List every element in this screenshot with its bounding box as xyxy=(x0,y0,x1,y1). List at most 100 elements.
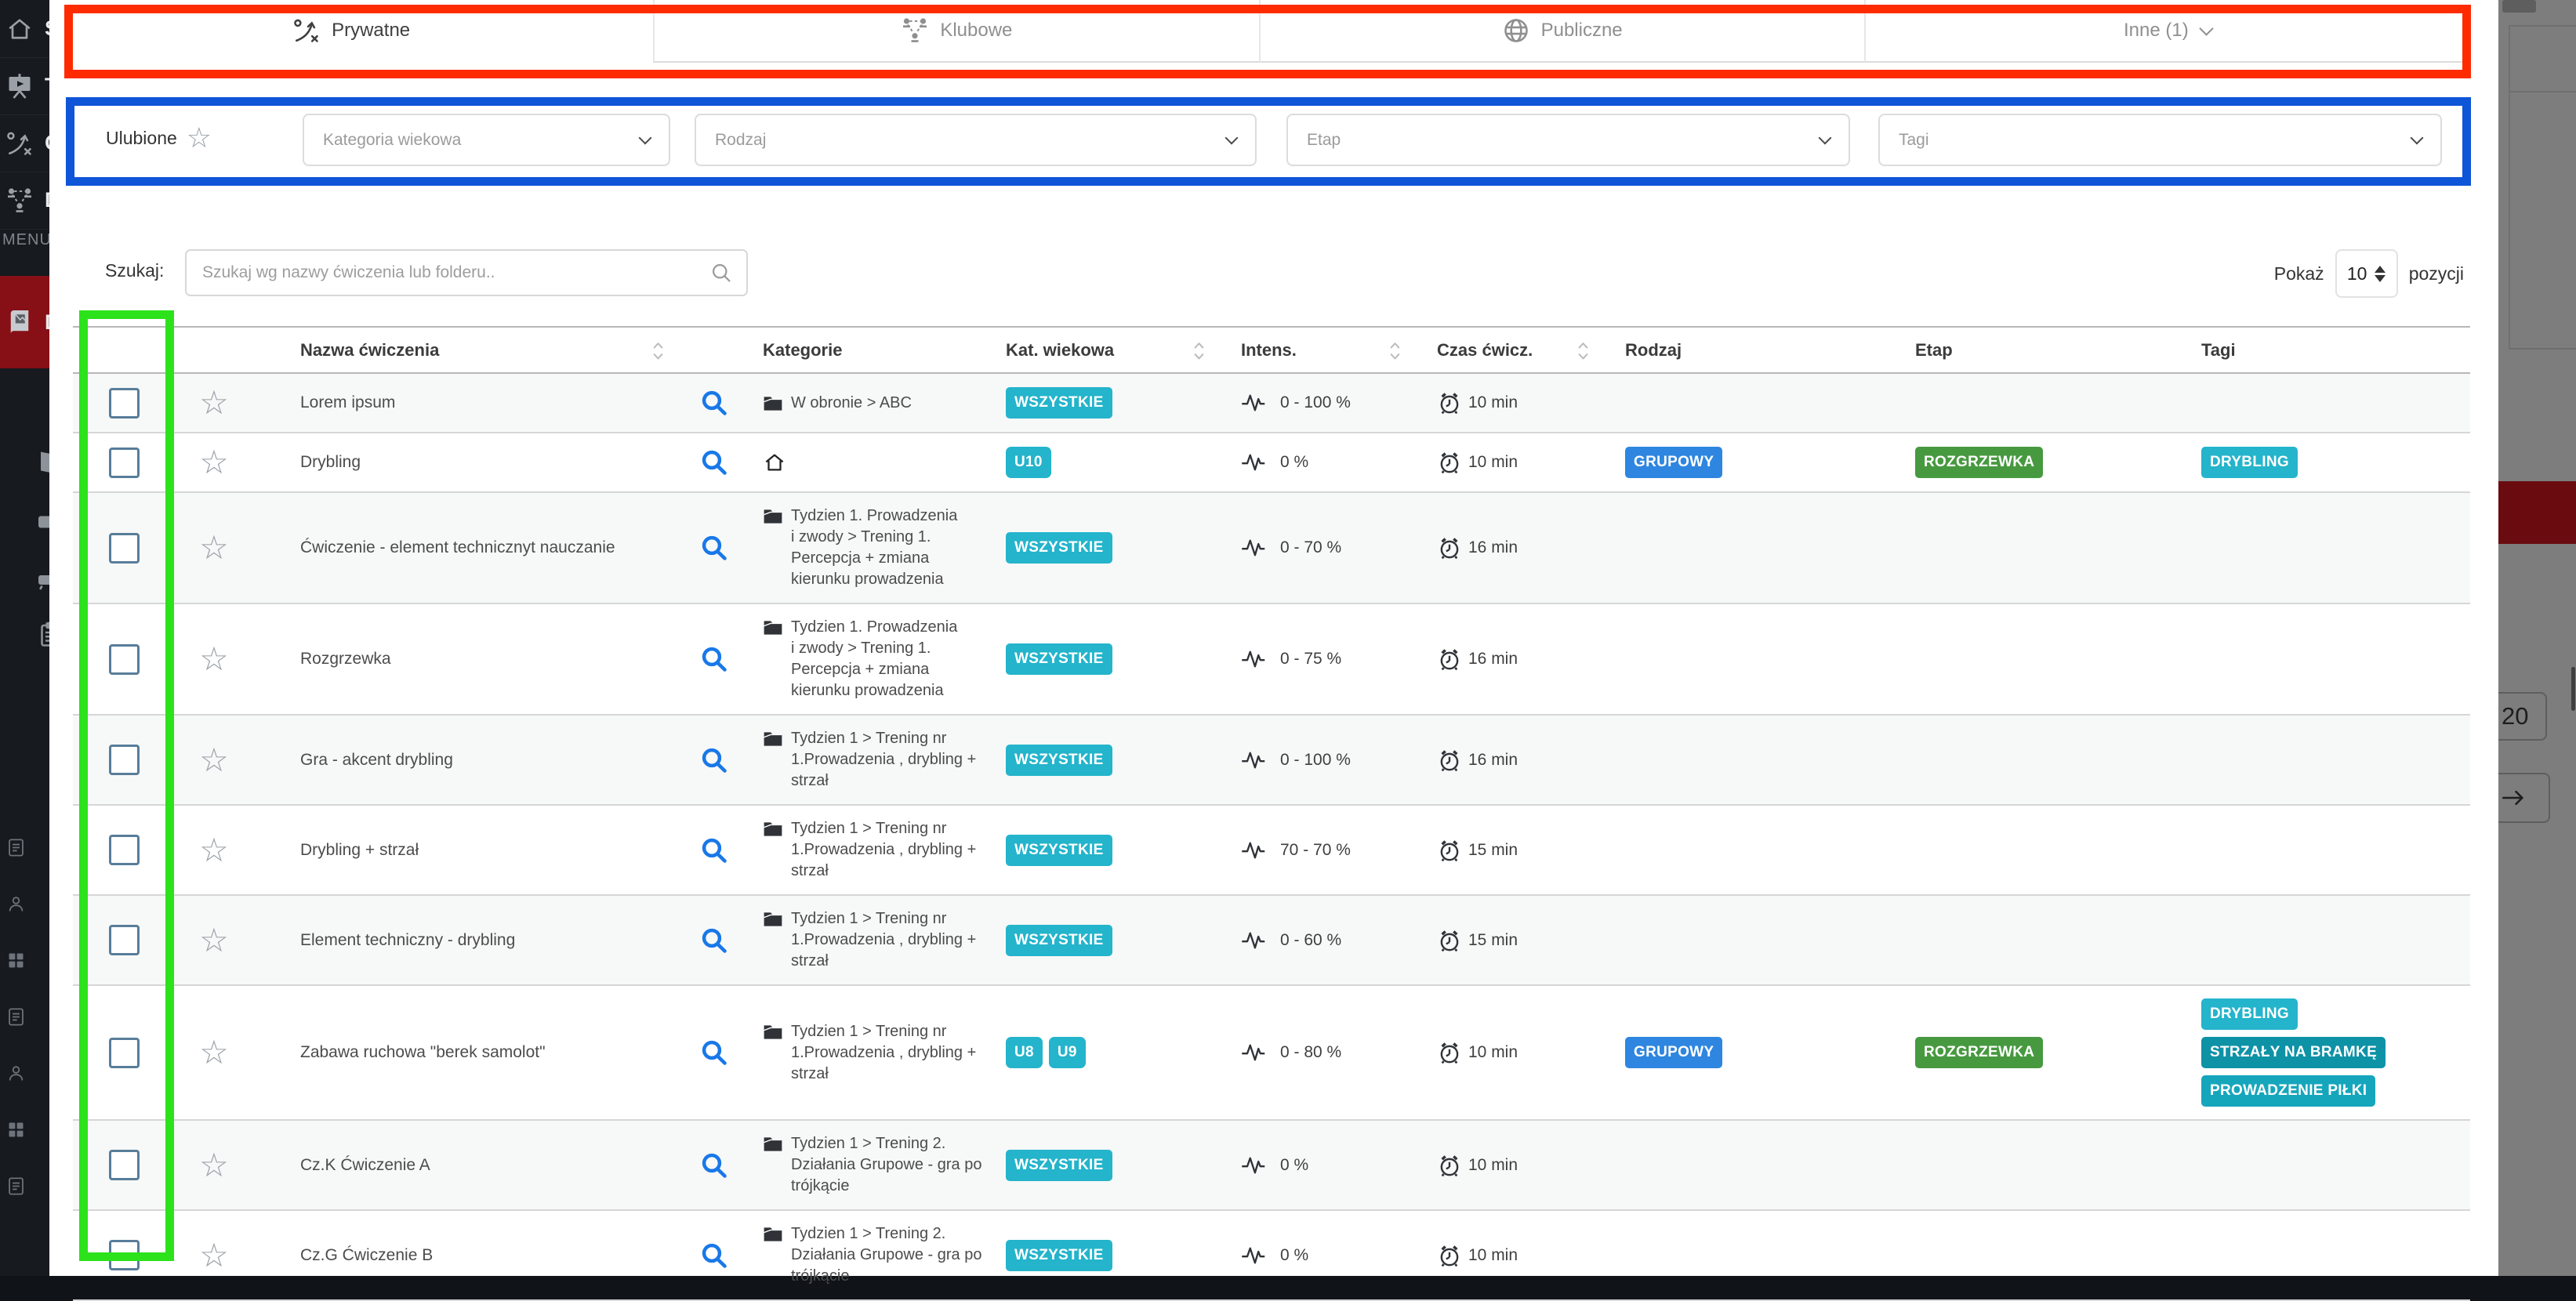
background-card-edge xyxy=(2509,27,2510,348)
sidebar-item[interactable]: T xyxy=(0,57,49,115)
favorite-star-icon[interactable]: ☆ xyxy=(175,531,253,564)
age-cell: U10 xyxy=(1006,447,1241,478)
age-badge: WSZYSTKIE xyxy=(1006,1150,1112,1181)
row-checkbox[interactable] xyxy=(109,448,140,478)
header-name[interactable]: Nazwa ćwiczenia xyxy=(253,340,700,361)
tab-4[interactable]: Inne (1) xyxy=(1864,0,2469,63)
scrollbar-thumb[interactable] xyxy=(2502,0,2536,13)
magnifier-icon[interactable] xyxy=(700,1038,728,1067)
exercises-table: Nazwa ćwiczeniaKategorieKat. wiekowaInte… xyxy=(73,326,2470,1301)
sort-icon[interactable] xyxy=(652,341,664,360)
sidebar-item[interactable] xyxy=(5,950,27,975)
duration-cell: 16 min xyxy=(1437,748,1625,773)
sidebar-item[interactable]: D xyxy=(0,172,49,230)
header-age[interactable]: Kat. wiekowa xyxy=(1006,340,1241,361)
favorite-star-icon[interactable]: ☆ xyxy=(175,834,253,867)
favorites-label: Ulubione xyxy=(106,128,177,149)
page-size-input[interactable]: 10 xyxy=(2335,249,2398,298)
sidebar-item[interactable] xyxy=(5,893,27,919)
row-checkbox[interactable] xyxy=(109,644,140,675)
magnifier-icon[interactable] xyxy=(700,534,728,562)
row-checkbox[interactable] xyxy=(109,1240,140,1270)
home-icon xyxy=(5,15,34,43)
grid-icon xyxy=(5,1119,27,1140)
page-size-value: 10 xyxy=(2347,263,2367,284)
header-duration[interactable]: Czas ćwicz. xyxy=(1437,340,1625,361)
filter-dropdown-1[interactable]: Kategoria wiekowa xyxy=(303,114,670,166)
scrollbar-thumb-vertical[interactable] xyxy=(2571,667,2575,711)
row-checkbox[interactable] xyxy=(109,1038,140,1068)
filter-dropdown-3[interactable]: Etap xyxy=(1286,114,1850,166)
magnifier-icon[interactable] xyxy=(700,926,728,955)
tab-label: Prywatne xyxy=(332,20,410,42)
sidebar-item[interactable] xyxy=(5,1063,27,1088)
tab-1[interactable]: Prywatne xyxy=(49,0,653,63)
magnifier-icon[interactable] xyxy=(700,1151,728,1180)
age-badge: WSZYSTKIE xyxy=(1006,643,1112,675)
row-checkbox[interactable] xyxy=(109,925,140,955)
star-icon[interactable]: ☆ xyxy=(187,124,212,152)
sort-icon[interactable] xyxy=(1193,341,1205,360)
exercise-name: Rozgrzewka xyxy=(253,650,700,669)
favorite-star-icon[interactable]: ☆ xyxy=(175,924,253,957)
team-icon xyxy=(901,16,929,45)
table-row: ☆Lorem ipsumW obronie > ABCWSZYSTKIE0 - … xyxy=(73,374,2470,433)
sidebar-item[interactable] xyxy=(36,566,49,598)
magnifier-icon[interactable] xyxy=(700,645,728,673)
page-size-suffix: pozycji xyxy=(2409,263,2464,284)
favorite-star-icon[interactable]: ☆ xyxy=(175,643,253,676)
tag-badge: PROWADZENIE PIŁKI xyxy=(2201,1075,2375,1107)
magnifier-icon[interactable] xyxy=(700,836,728,864)
intensity-cell: 0 - 60 % xyxy=(1241,929,1437,952)
sidebar-item-active[interactable]: D xyxy=(0,276,49,368)
age-badge: WSZYSTKIE xyxy=(1006,745,1112,776)
sidebar-item[interactable] xyxy=(36,621,49,653)
magnifier-icon[interactable] xyxy=(700,1241,728,1270)
search-input[interactable] xyxy=(187,263,710,282)
preview-cell xyxy=(700,389,763,417)
row-checkbox[interactable] xyxy=(109,533,140,564)
magnifier-icon[interactable] xyxy=(700,389,728,417)
sidebar-item[interactable] xyxy=(36,448,49,480)
sidebar-item[interactable] xyxy=(5,837,27,862)
age-badge: WSZYSTKIE xyxy=(1006,835,1112,866)
favorites-toggle[interactable]: Ulubione ☆ xyxy=(106,124,212,152)
preview-cell xyxy=(700,1038,763,1067)
category-cell: Tydzien 1 > Trening nr 1.Prowadzenia , d… xyxy=(763,1021,1006,1085)
favorite-star-icon[interactable]: ☆ xyxy=(175,1239,253,1272)
filter-dropdown-4[interactable]: Tagi xyxy=(1878,114,2442,166)
age-badge: WSZYSTKIE xyxy=(1006,387,1112,419)
spinner-icon[interactable] xyxy=(2375,266,2386,282)
sidebar-item[interactable]: S xyxy=(0,0,49,58)
pulse-icon xyxy=(1241,391,1274,415)
sort-icon[interactable] xyxy=(1577,341,1589,360)
tab-3[interactable]: Publiczne xyxy=(1259,0,1864,63)
favorite-star-icon[interactable]: ☆ xyxy=(175,1036,253,1069)
intensity-cell: 0 - 100 % xyxy=(1241,748,1437,772)
filter-dropdown-2[interactable]: Rodzaj xyxy=(695,114,1257,166)
sidebar-item[interactable] xyxy=(5,1119,27,1144)
background-divider xyxy=(2509,348,2576,350)
favorite-star-icon[interactable]: ☆ xyxy=(175,386,253,419)
exercise-name: Ćwiczenie - element technicznyt nauczani… xyxy=(253,538,700,557)
favorite-star-icon[interactable]: ☆ xyxy=(175,446,253,479)
sidebar-item[interactable]: Ć xyxy=(0,114,49,172)
row-checkbox[interactable] xyxy=(109,388,140,419)
sidebar-item[interactable] xyxy=(36,508,49,540)
row-checkbox[interactable] xyxy=(109,835,140,865)
sidebar-item[interactable] xyxy=(5,1176,27,1201)
magnifier-icon[interactable] xyxy=(700,448,728,477)
favorite-star-icon[interactable]: ☆ xyxy=(175,1149,253,1182)
tag-badge: DRYBLING xyxy=(2201,998,2298,1030)
tab-2[interactable]: Klubowe xyxy=(653,0,1258,63)
favorite-star-icon[interactable]: ☆ xyxy=(175,744,253,777)
clock-icon xyxy=(1437,838,1462,863)
row-checkbox[interactable] xyxy=(109,745,140,775)
header-intensity[interactable]: Intens. xyxy=(1241,340,1437,361)
pulse-icon xyxy=(1241,536,1274,560)
background-divider xyxy=(2509,25,2576,27)
row-checkbox[interactable] xyxy=(109,1150,140,1180)
sort-icon[interactable] xyxy=(1389,341,1401,360)
magnifier-icon[interactable] xyxy=(700,746,728,774)
sidebar-item[interactable] xyxy=(5,1006,27,1031)
